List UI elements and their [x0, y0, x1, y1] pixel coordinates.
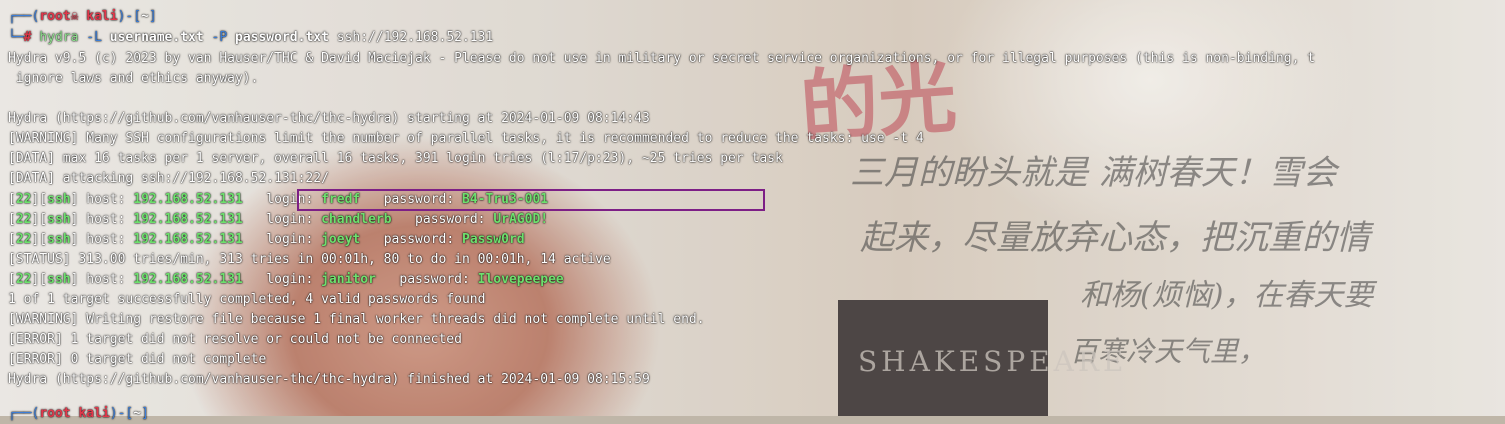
next-prompt-line: ┌──(root kali)-[~] — [8, 406, 149, 421]
banner-line: Hydra v9.5 (c) 2023 by van Hauser/THC & … — [8, 51, 1316, 66]
login-label: login: — [242, 212, 322, 227]
finish-line: Hydra (https://github.com/vanhauser-thc/… — [8, 372, 650, 387]
result-login: janitor — [321, 272, 376, 287]
error-line: [ERROR] 0 target did not complete — [8, 352, 267, 367]
flag-p: -P — [211, 30, 228, 45]
data-line: [DATA] attacking ssh://192.168.52.131:22… — [8, 171, 329, 186]
result-login: chandlerb — [321, 212, 392, 227]
terminal-window[interactable]: ┌──(root☠ kali)-[~] └─# hydra -L usernam… — [0, 0, 1505, 421]
result-port: 22 — [15, 192, 32, 207]
result-host: 192.168.52.131 — [133, 192, 243, 207]
result-host: 192.168.52.131 — [133, 232, 243, 247]
result-proto: ssh — [47, 232, 71, 247]
prompt-dir-open: )-[ — [117, 9, 142, 24]
prompt-host: kali — [86, 9, 118, 24]
prompt-user: root — [39, 9, 71, 24]
host-label: host: — [78, 232, 134, 247]
prompt-corner: ┌──( — [8, 9, 40, 24]
result-password: Passw0rd — [462, 232, 525, 247]
status-line: [STATUS] 313.00 tries/min, 313 tries in … — [8, 252, 611, 267]
prompt-line: ┌──(root☠ kali)-[~] — [8, 7, 157, 27]
highlight-box — [297, 189, 765, 211]
result-login: joeyt — [321, 232, 361, 247]
password-label: password: — [360, 232, 462, 247]
result-port: 22 — [15, 212, 32, 227]
data-line: [DATA] max 16 tasks per 1 server, overal… — [8, 151, 783, 166]
result-host: 192.168.52.131 — [133, 272, 243, 287]
result-port: 22 — [15, 272, 32, 287]
login-label: login: — [242, 232, 322, 247]
flag-l: -L — [86, 30, 102, 45]
password-label: password: — [391, 212, 494, 227]
warning-restore-line: [WARNING] Writing restore file because 1… — [8, 312, 705, 327]
result-proto: ssh — [47, 272, 71, 287]
prompt-branch: └─ — [8, 30, 24, 45]
target-url: ssh://192.168.52.131 — [336, 30, 494, 45]
prompt-hash: # — [23, 30, 32, 45]
prompt-dir: ~ — [141, 9, 149, 24]
summary-line: 1 of 1 target successfully completed, 4 … — [8, 292, 486, 307]
result-password: UrAG0D! — [493, 212, 549, 227]
start-line: Hydra (https://github.com/vanhauser-thc/… — [8, 111, 650, 126]
result-line: [22][ssh] host: 192.168.52.131 login: ja… — [8, 272, 564, 287]
host-label: host: — [78, 272, 134, 287]
login-label: login: — [242, 272, 322, 287]
result-port: 22 — [15, 232, 32, 247]
prompt-dir-close: ] — [148, 9, 157, 24]
host-label: host: — [78, 212, 134, 227]
password-label: password: — [375, 272, 478, 287]
error-line: [ERROR] 1 target did not resolve or coul… — [8, 332, 462, 347]
user-file: username.txt — [109, 30, 204, 45]
command-tool: hydra — [39, 30, 79, 45]
banner-line: ignore laws and ethics anyway). — [8, 71, 259, 86]
result-password: Ilovepeepee — [477, 272, 564, 287]
pass-file: password.txt — [235, 30, 329, 45]
host-label: host: — [78, 192, 134, 207]
warning-line: [WARNING] Many SSH configurations limit … — [8, 131, 924, 146]
result-line: [22][ssh] host: 192.168.52.131 login: jo… — [8, 232, 525, 247]
result-proto: ssh — [47, 212, 71, 227]
result-line: [22][ssh] host: 192.168.52.131 login: ch… — [8, 212, 549, 227]
command-line: └─# hydra -L username.txt -P password.tx… — [8, 28, 493, 48]
result-host: 192.168.52.131 — [133, 212, 243, 227]
result-proto: ssh — [47, 192, 71, 207]
